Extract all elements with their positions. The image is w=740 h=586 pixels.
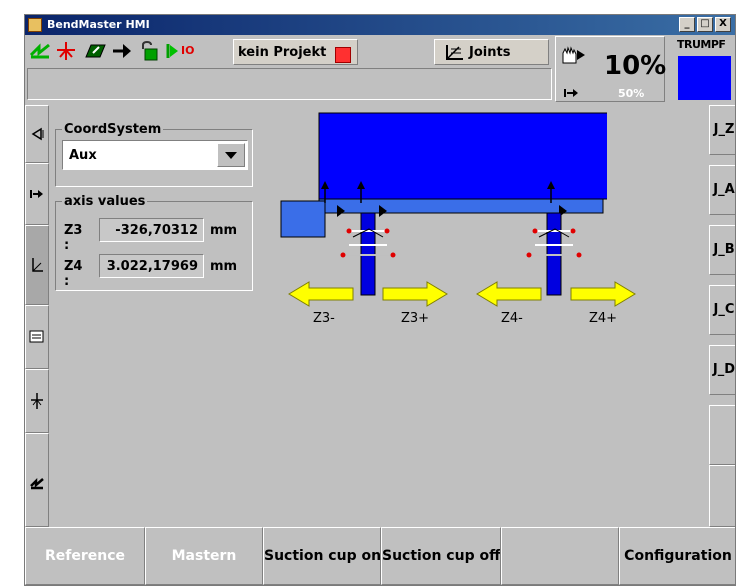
coord-system-title: CoordSystem [62,122,164,137]
arrow-right-icon [30,190,43,198]
diagram-label: Z3- [313,311,335,326]
brand-label: TRUMPF [677,38,726,51]
joint-button-empty[interactable] [709,405,735,465]
project-label: kein Projekt [238,45,327,60]
axis-name: Z4 : [64,259,83,289]
window-title: BendMaster HMI [47,18,150,31]
joints-label: Joints [469,45,511,60]
bend-button[interactable] [25,433,49,527]
speed-override: 10% [604,51,667,81]
bottom-bar: Reference Mastern Suction cup on Suction… [25,527,735,585]
coord-system-value: Aux [69,148,97,163]
axis-value-field: 3.022,17969 [99,254,204,278]
joint-button-j-z[interactable]: J_Z [709,105,735,155]
diagram-label: Z4- [501,311,523,326]
joints-button[interactable]: Joints [434,39,549,65]
app-icon [28,18,42,32]
sheet-block [280,200,326,238]
axis-unit: mm [210,223,238,238]
title-bar: BendMaster HMI _ □ X [25,15,735,35]
lock-open-icon[interactable] [139,40,161,61]
joint-button-j-d[interactable]: J_D [709,345,735,395]
cursor-button[interactable] [25,369,49,433]
stop-icon [335,47,351,63]
chevron-down-icon[interactable] [217,143,245,167]
right-nav: J_Z J_A J_B J_C J_D [709,105,735,527]
configuration-button[interactable]: Configuration [619,527,735,585]
brand-panel: TRUMPF [673,36,735,102]
green-bend-icon[interactable] [29,41,51,61]
suction-cup-off-button[interactable]: Suction cup off [381,527,501,585]
panel-button[interactable] [25,305,49,369]
diagram-label: Z3+ [401,311,430,326]
red-tool-icon[interactable] [55,41,77,61]
maximize-button[interactable]: □ [697,17,713,32]
arrow-right-icon [564,89,578,97]
main-panel: CoordSystem Aux axis values Z3 : -326,70… [51,105,707,525]
io-icon[interactable]: IO [165,41,205,61]
axis-values-group: axis values Z3 : -326,70312 mm Z4 : 3.02… [55,194,253,291]
axes-button[interactable] [25,225,49,305]
machine-diagram [280,112,607,296]
z3-plus-arrow-button[interactable] [381,281,449,307]
collapse-icon [31,127,44,141]
joint-button-empty[interactable] [709,465,735,527]
parallelogram-icon[interactable] [85,41,107,61]
status-row [27,68,552,100]
empty-button[interactable] [501,527,619,585]
z3-minus-arrow-button[interactable] [287,281,355,307]
coord-system-group: CoordSystem Aux [55,122,253,187]
close-button[interactable]: X [715,17,731,32]
joint-button-j-c[interactable]: J_C [709,285,735,335]
suction-cup-on-button[interactable]: Suction cup on [263,527,381,585]
z4-plus-arrow-button[interactable] [569,281,637,307]
reference-button[interactable]: Reference [25,527,145,585]
minimize-button[interactable]: _ [679,17,695,32]
diagram-label: Z4+ [589,311,618,326]
cursor-icon [31,393,43,409]
app-window: BendMaster HMI _ □ X IO kein Projekt Joi… [24,14,736,586]
joint-button-j-b[interactable]: J_B [709,225,735,275]
arrow-right-icon[interactable] [111,41,133,61]
panel-icon [29,330,44,343]
brand-color-block [678,56,731,100]
collapse-button[interactable] [25,105,49,163]
io-label: IO [181,44,195,57]
coordinate-system-icon [446,45,463,60]
bend-icon [30,477,44,490]
axis-name: Z3 : [64,223,83,253]
axes-icon [32,258,43,272]
joint-button-j-a[interactable]: J_A [709,165,735,215]
arrow-right-button[interactable] [25,163,49,225]
project-box[interactable]: kein Projekt [233,39,358,65]
coord-system-select[interactable]: Aux [62,140,248,170]
axis-values-title: axis values [62,194,148,209]
axis-unit: mm [210,259,238,274]
toolbar: IO kein Projekt Joints [25,36,555,66]
axis-value-field: -326,70312 [99,218,204,242]
left-nav [25,105,49,527]
speed-panel[interactable]: 10% 50% [555,36,667,102]
speed-setting: 50% [618,87,645,100]
play-icon [577,50,585,60]
z4-minus-arrow-button[interactable] [475,281,543,307]
mastern-button[interactable]: Mastern [145,527,263,585]
